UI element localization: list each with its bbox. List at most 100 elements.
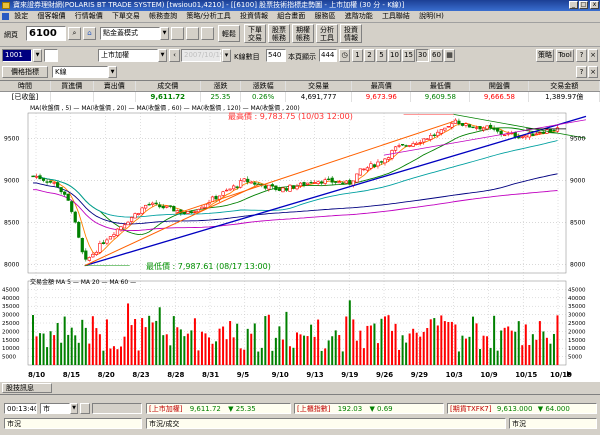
menu-tools[interactable]: 工具聯結 (382, 12, 410, 20)
date-picker[interactable]: ▾ (222, 49, 231, 62)
volume-tick-label-left: 25000 (2, 321, 20, 327)
volume-bar (151, 322, 154, 365)
candle-body (450, 123, 454, 128)
menu-strategy[interactable]: 策略/分析工具 (186, 12, 230, 20)
symbol-input[interactable]: 1001 (2, 49, 32, 62)
volume-bar (246, 328, 249, 365)
close-button[interactable]: x (590, 1, 599, 9)
candle-body (488, 124, 493, 128)
otc-quote[interactable]: [上櫃指數] 192.03 ▼ 0.69 (294, 403, 444, 414)
menu-personal-quote[interactable]: 個客報價 (37, 12, 65, 20)
futures-quote[interactable]: [期貨TXFK7] 9,613.000 ▼ 64.000 (447, 403, 597, 414)
period-10-button[interactable]: 10 (388, 49, 401, 62)
options-account-button[interactable]: 期權帳務 (292, 24, 314, 43)
order-button[interactable]: 下單交易 (244, 24, 266, 43)
menu-account[interactable]: 帳務查詢 (149, 12, 177, 20)
menu-info[interactable]: 投資情報 (240, 12, 268, 20)
x-tick-label: 10/3 (446, 371, 463, 379)
volume-bar (496, 350, 499, 365)
volume-bar (239, 348, 242, 365)
volume-bar (169, 345, 172, 365)
period-tick-button[interactable]: ◷ (339, 49, 350, 62)
visible-input[interactable]: 444 (319, 49, 337, 62)
volume-bar (531, 334, 534, 365)
layout-select[interactable]: 點金蓋模式 (100, 27, 160, 40)
prev-button[interactable]: ‹ (169, 49, 180, 62)
minimize-button[interactable]: _ (569, 1, 578, 9)
news-ticker-mid[interactable]: 市況/成交 (146, 418, 506, 429)
candle-body (31, 175, 35, 178)
otc-change: ▼ 0.69 (369, 405, 393, 413)
tool-button-1[interactable] (171, 27, 184, 40)
candle-body (503, 134, 507, 137)
symbol-lookup[interactable] (44, 49, 58, 62)
kcount-input[interactable]: 540 (266, 49, 286, 62)
candle-body (467, 124, 472, 128)
name-dropdown[interactable]: ▼ (158, 49, 167, 62)
function-code-input[interactable]: 6100 (26, 26, 66, 41)
twse-quote[interactable]: [上市加權] 9,611.72 ▼ 25.35 (146, 403, 291, 414)
menu-settings[interactable]: 設定 (14, 12, 28, 20)
volume-bar (165, 334, 168, 365)
price-tick-label-right: 8500 (570, 219, 585, 226)
layout-dropdown[interactable]: ▼ (160, 27, 169, 40)
price-tick-label-left: 9500 (4, 135, 19, 142)
market-select[interactable]: 市 (40, 403, 70, 414)
stock-account-button[interactable]: 股票帳務 (268, 24, 290, 43)
strategy-button[interactable]: 策略 (536, 49, 554, 62)
help-icon: ? (579, 51, 584, 59)
period-30-button[interactable]: 30 (416, 49, 429, 62)
tool-button-2[interactable] (186, 27, 199, 40)
tool-button-3[interactable] (201, 27, 214, 40)
scroll-up-button[interactable] (80, 403, 90, 414)
info-tab[interactable]: 股技訊息 (2, 383, 52, 393)
volume-bar (310, 324, 313, 365)
volume-bar (190, 330, 193, 365)
menu-service[interactable]: 服務區 (314, 12, 335, 20)
volume-bar (179, 329, 182, 365)
indicator-dropdown[interactable]: ▼ (108, 66, 117, 78)
info-button[interactable]: 投資情報 (340, 24, 362, 43)
market-dropdown[interactable]: ▼ (70, 403, 78, 414)
volume-bar (384, 316, 386, 365)
period-60-button[interactable]: 60 (430, 49, 443, 62)
menu-market-quote[interactable]: 行情報價 (75, 12, 103, 20)
panel-close-button[interactable]: × (588, 66, 598, 78)
period-5-button[interactable]: 5 (376, 49, 387, 62)
period-15-button[interactable]: 15 (402, 49, 415, 62)
panel-help-button[interactable]: ? (576, 66, 587, 78)
price-indicator-button[interactable]: 價格指標 (2, 66, 48, 78)
news-ticker-right[interactable]: 市況 (509, 418, 597, 429)
chart-area[interactable]: 8000 8000 8500 8500 9000 9000 9500 9500 5000 5000… (0, 103, 600, 382)
symbol-dropdown[interactable]: ▼ (33, 49, 42, 62)
header-change: 漲跌 (200, 81, 242, 92)
scroll-track[interactable] (92, 403, 142, 414)
news-ticker-left[interactable]: 市況 (4, 418, 142, 429)
volume-bar (419, 336, 422, 365)
analysis-tool-button[interactable]: 分析工具 (316, 24, 338, 43)
close-chart-button[interactable]: × (588, 49, 598, 62)
menu-combo[interactable]: 組合畫面 (277, 12, 305, 20)
tool-button[interactable]: Tool (556, 49, 574, 62)
home-button[interactable]: ⌂ (83, 27, 96, 40)
candle-body (316, 181, 320, 184)
twse-label: [上市加權] (149, 405, 183, 413)
candle-body (513, 131, 517, 138)
indicator-type-select[interactable]: K線 (52, 66, 108, 78)
easy-button[interactable]: 輕鬆 (218, 25, 240, 42)
volume-bar (267, 314, 270, 365)
day-button[interactable]: ▦ (444, 49, 455, 62)
quote-header-row: 時間 買進價 賣出價 成交價 漲跌 漲跌幅 交易量 最高價 最低價 開盤價 交易… (0, 81, 600, 92)
search-button[interactable]: ⌕ (68, 27, 81, 40)
date-input[interactable]: 2007/10/19 (181, 49, 224, 62)
period-2-button[interactable]: 2 (364, 49, 375, 62)
calendar-icon: ▦ (446, 51, 453, 59)
help-button[interactable]: ? (576, 49, 587, 62)
candle-body (425, 138, 429, 140)
period-1-button[interactable]: 1 (352, 49, 363, 62)
maximize-button[interactable]: □ (579, 1, 588, 9)
menu-help[interactable]: 說明(H) (419, 12, 444, 20)
menu-order[interactable]: 下單交易 (112, 12, 140, 20)
technical-chart[interactable]: 8000 8000 8500 8500 9000 9000 9500 9500 5000 5000… (0, 103, 600, 382)
menu-advanced[interactable]: 進階功能 (345, 12, 373, 20)
